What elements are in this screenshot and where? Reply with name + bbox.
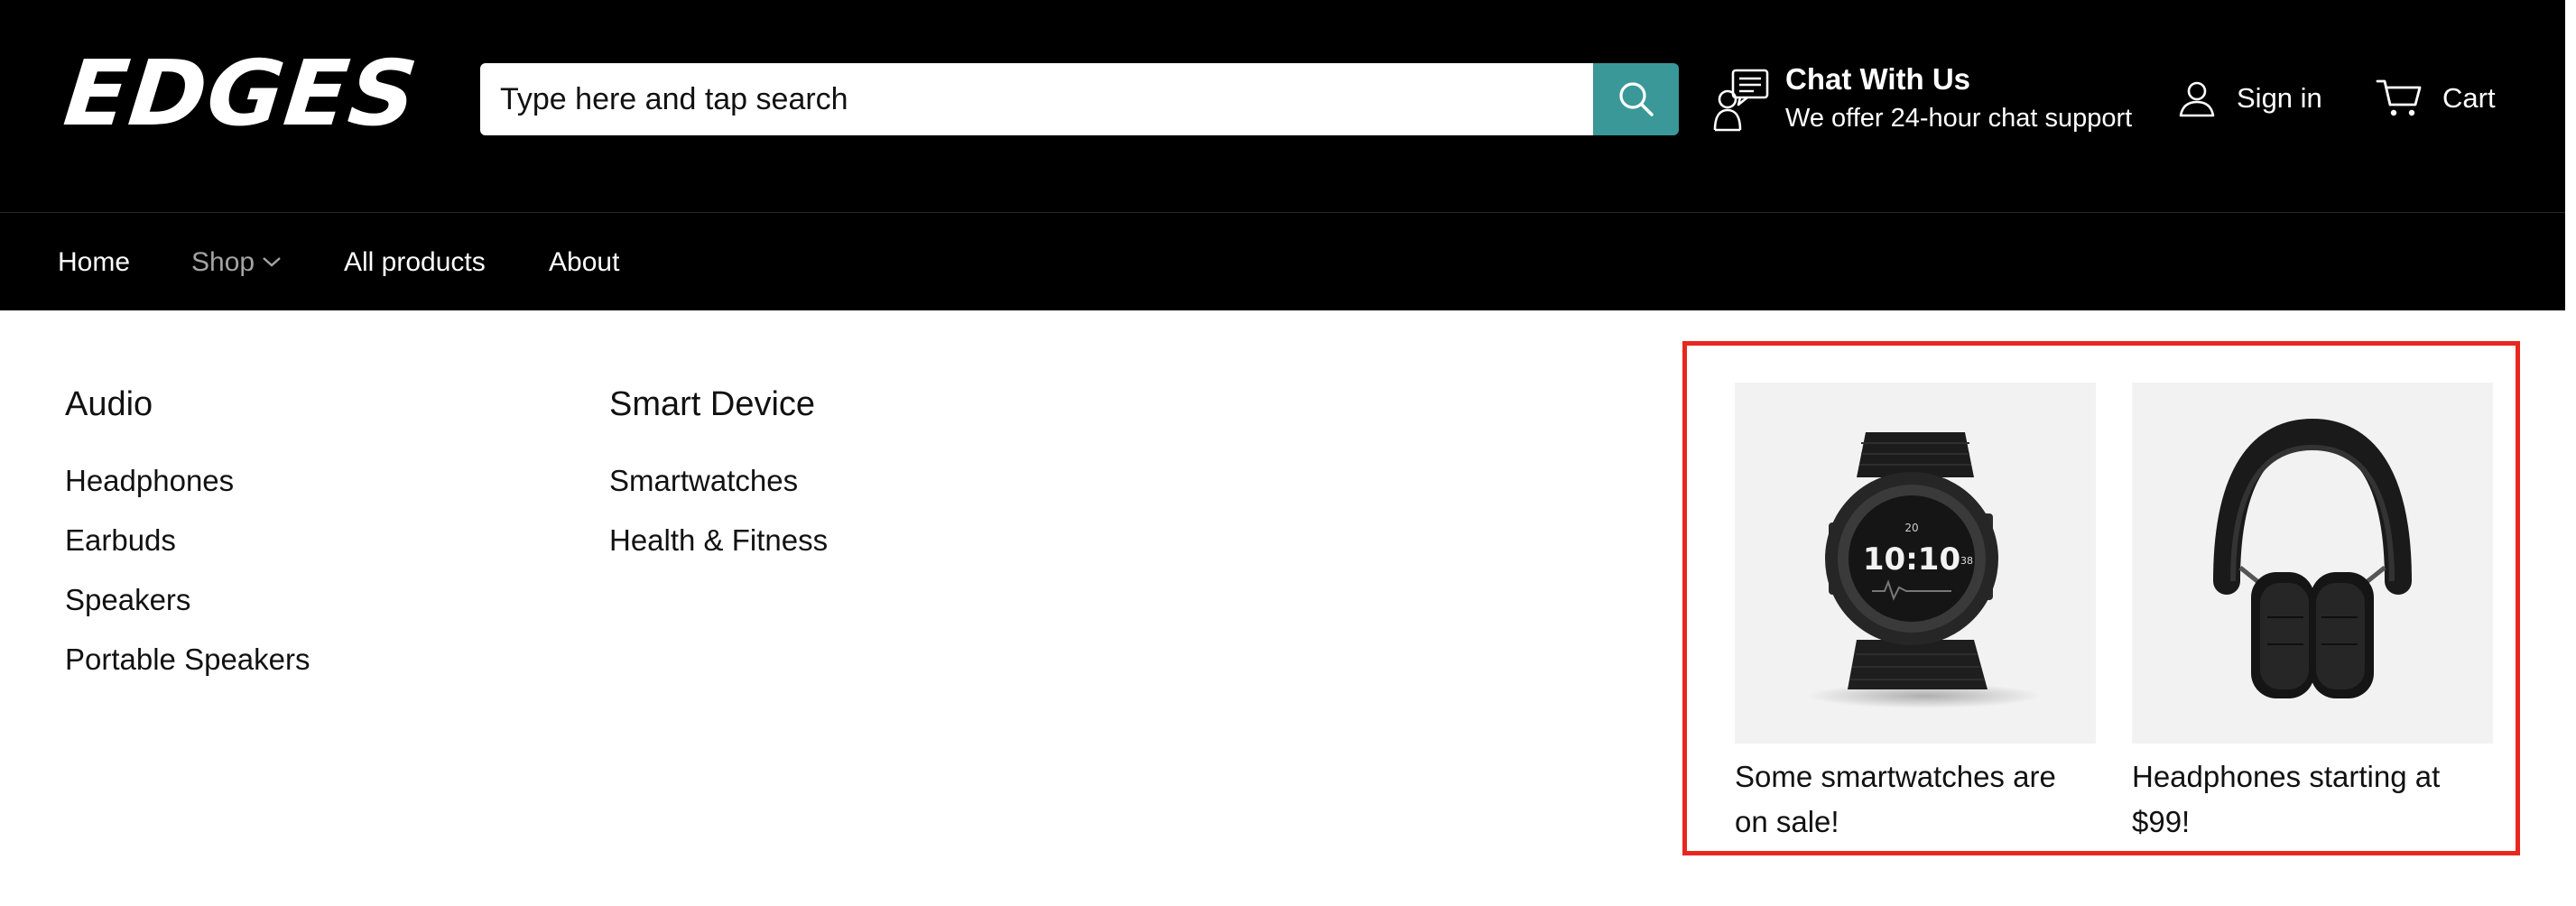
svg-text:10:10: 10:10	[1863, 541, 1960, 578]
menu-link-earbuds[interactable]: Earbuds	[65, 523, 176, 558]
cart-link[interactable]: Cart	[2376, 76, 2496, 121]
sign-in-link[interactable]: Sign in	[2177, 76, 2322, 121]
chat-support-icon	[1713, 69, 1769, 132]
menu-column-title-smart-device: Smart Device	[609, 385, 816, 423]
edges-logo[interactable]: EDGES	[60, 41, 422, 146]
menu-link-smartwatches[interactable]: Smartwatches	[609, 464, 798, 498]
search-input[interactable]	[480, 63, 1593, 135]
menu-link-health-fitness[interactable]: Health & Fitness	[609, 523, 828, 558]
smartwatch-graphic: 10:10 38 20	[1807, 432, 2042, 708]
nav-all-products[interactable]: All products	[344, 213, 486, 311]
promo-card-smartwatches[interactable]: 10:10 38 20 Some smartwatches are on sal…	[1735, 383, 2096, 845]
chat-title: Chat With Us	[1785, 62, 1971, 96]
nav-shop[interactable]: Shop	[191, 213, 282, 311]
headphones-image	[2132, 383, 2493, 744]
promo-card-headphones[interactable]: Headphones starting at $99!	[2132, 383, 2493, 845]
nav-shop-label: Shop	[191, 247, 255, 277]
headphones-graphic	[2213, 418, 2412, 698]
menu-link-speakers[interactable]: Speakers	[65, 583, 190, 617]
site-header: EDGES Chat With Us We offer 24-hour chat…	[0, 0, 2565, 212]
menu-link-portable-speakers[interactable]: Portable Speakers	[65, 643, 310, 677]
menu-column-title-audio: Audio	[65, 385, 153, 423]
search-icon	[1618, 82, 1654, 116]
nav-home[interactable]: Home	[58, 213, 130, 311]
svg-text:20: 20	[1904, 522, 1918, 534]
svg-text:38: 38	[1960, 555, 1973, 567]
promo-caption-headphones: Headphones starting at $99!	[2132, 760, 2441, 838]
promo-caption-smartwatches: Some smartwatches are on sale!	[1735, 760, 2056, 838]
cart-label: Cart	[2442, 82, 2496, 114]
chat-subtitle: We offer 24-hour chat support	[1785, 104, 2133, 133]
main-navigation: Home Shop All products About	[0, 212, 2565, 310]
sign-in-label: Sign in	[2237, 82, 2322, 114]
user-icon	[2179, 81, 2215, 117]
smartwatch-image: 10:10 38 20	[1735, 383, 2096, 744]
chevron-down-icon	[263, 257, 281, 267]
nav-about[interactable]: About	[549, 213, 619, 311]
search-bar	[480, 63, 1679, 135]
search-button[interactable]	[1593, 63, 1679, 135]
cart-icon	[2376, 79, 2422, 116]
menu-link-headphones[interactable]: Headphones	[65, 464, 234, 498]
